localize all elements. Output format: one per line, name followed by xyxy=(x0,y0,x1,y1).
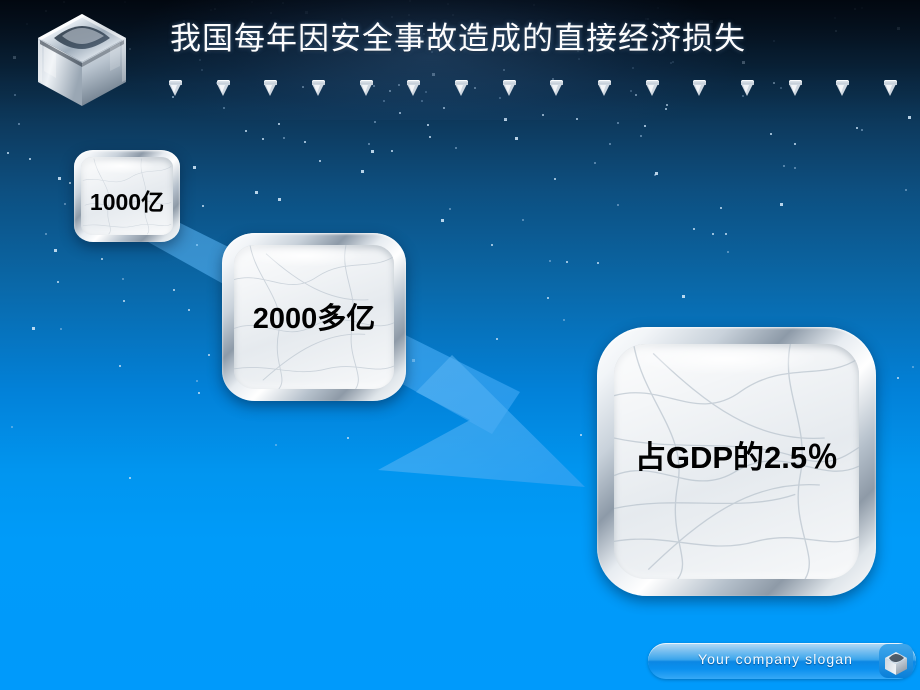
stat-box-1-label: 1000亿 xyxy=(89,189,165,215)
gem-icon xyxy=(407,80,421,96)
stat-box-2: 2000多亿 xyxy=(222,233,406,401)
presentation-slide: 我国每年因安全事故造成的直接经济损失 1000亿 2000多亿 占GDP的2.5… xyxy=(0,0,920,690)
gem-icon xyxy=(264,80,278,96)
stat-box-2-label: 2000多亿 xyxy=(252,303,376,335)
company-slogan-text: Your company slogan xyxy=(697,651,854,667)
gem-icon xyxy=(169,80,182,96)
gem-icon xyxy=(693,80,707,96)
gem-icon xyxy=(312,80,325,96)
gem-icon xyxy=(359,80,373,96)
gem-icon xyxy=(455,80,468,96)
stat-box-3: 占GDP的2.5％ xyxy=(597,327,876,596)
stat-box-1: 1000亿 xyxy=(74,150,180,242)
page-title: 我国每年因安全事故造成的直接经济损失 xyxy=(170,21,746,57)
gem-icon xyxy=(502,80,516,96)
stat-box-3-label: 占GDP的2.5％ xyxy=(634,440,839,475)
gem-icon xyxy=(598,80,611,96)
company-slogan-bar[interactable]: Your company slogan xyxy=(648,643,916,679)
gem-icon xyxy=(550,80,564,96)
gem-icon xyxy=(645,80,659,96)
cube-icon[interactable] xyxy=(879,644,913,678)
gem-divider-row xyxy=(0,80,920,102)
gem-icon xyxy=(216,80,230,96)
gem-icon xyxy=(836,80,850,96)
gem-icon xyxy=(884,80,897,96)
gem-icon xyxy=(741,80,754,96)
gem-icon xyxy=(788,80,802,96)
